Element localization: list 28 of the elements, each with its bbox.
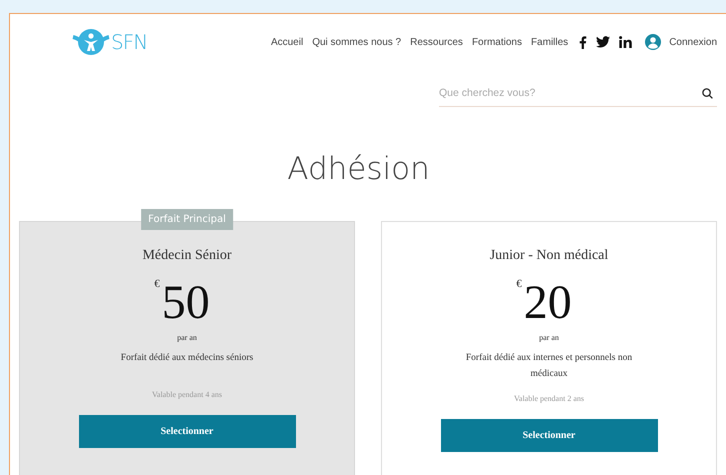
select-button[interactable]: Selectionner (440, 419, 658, 452)
currency-symbol: € (516, 278, 522, 290)
plan-description: Forfait dédié aux médecins séniors (120, 352, 254, 365)
plan-validity: Valable pendant 4 ans (152, 390, 222, 399)
nav-link[interactable]: Qui sommes nous ? (312, 36, 402, 48)
search-field[interactable]: Que cherchez vous? (439, 80, 717, 107)
plan-name: Junior - Non médical (490, 248, 608, 264)
linkedin-icon[interactable] (619, 36, 632, 48)
plan-badge: Forfait Principal (141, 209, 233, 230)
plan-price: 50 (162, 278, 210, 328)
nav-link[interactable]: Accueil (270, 36, 304, 48)
plan-price: 20 (524, 278, 572, 328)
plan-validity: Valable pendant 2 ans (514, 394, 584, 403)
login-link[interactable]: Connexion (669, 36, 717, 48)
facebook-icon[interactable] (579, 36, 588, 48)
plan-description: Forfait dédié aux internes et personnels non médicaux (464, 352, 634, 381)
search-icon[interactable] (702, 88, 713, 99)
price-period: par an (177, 333, 197, 342)
nav-link[interactable]: Formations (472, 36, 522, 48)
currency-symbol: € (154, 278, 160, 290)
select-button[interactable]: Selectionner (78, 415, 296, 448)
page-title: Adhésion (286, 151, 431, 189)
user-avatar-icon[interactable] (645, 34, 662, 50)
price-period: par an (539, 333, 559, 342)
nav-link[interactable]: Familles (530, 36, 568, 48)
plan-name: Médecin Sénior (142, 248, 232, 264)
twitter-icon[interactable] (596, 36, 610, 48)
nav-link[interactable]: Ressources (410, 36, 463, 48)
